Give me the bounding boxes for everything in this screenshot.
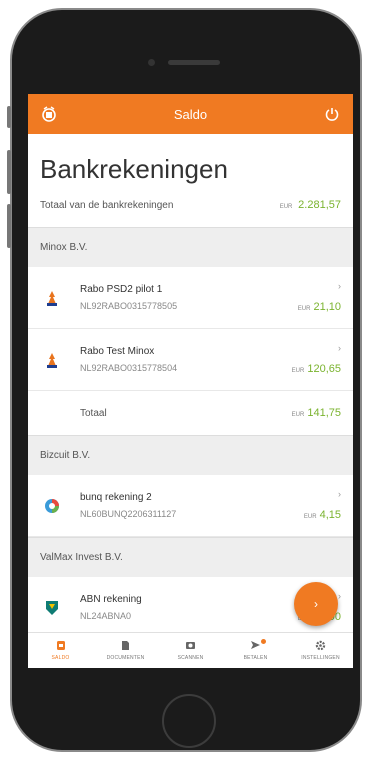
- overview-heading: Bankrekeningen: [40, 154, 228, 184]
- nav-saldo[interactable]: SALDO: [28, 633, 93, 668]
- group-header: Minox B.V.: [28, 227, 353, 267]
- currency-label: EUR: [291, 367, 305, 374]
- account-amount: 21,10: [313, 300, 341, 313]
- bottom-navigation: SALDO DOCUMENTEN SCANNEN BETALEN INSTELL…: [28, 632, 353, 668]
- scan-icon: [185, 640, 196, 652]
- account-amount: 120,65: [307, 362, 341, 375]
- overview-total-amount: 2.281,57: [298, 199, 341, 211]
- nav-label: SCANNEN: [177, 655, 204, 661]
- nav-betalen[interactable]: BETALEN: [223, 633, 288, 668]
- front-camera: [148, 59, 155, 66]
- nav-label: SALDO: [51, 655, 70, 661]
- account-iban: NL92RABO0315778504: [80, 363, 178, 373]
- nav-label: INSTELLINGEN: [301, 655, 340, 661]
- currency-label: EUR: [303, 513, 317, 520]
- account-name: ABN rekening: [80, 594, 142, 605]
- chevron-right-icon: ›: [338, 342, 341, 353]
- group-header: Bizcuit B.V.: [28, 435, 353, 475]
- account-amount: 4,15: [319, 508, 341, 521]
- bunq-logo-icon: [40, 498, 64, 514]
- send-icon: [250, 639, 266, 652]
- account-iban: NL60BUNQ2206311127: [80, 509, 177, 519]
- home-button[interactable]: [162, 694, 216, 748]
- app-bar: Saldo: [28, 94, 353, 134]
- earpiece-speaker: [168, 60, 220, 65]
- floating-action-button[interactable]: ›: [294, 582, 338, 626]
- account-row[interactable]: Rabo Test Minox NL92RABO0315778504 › EUR…: [28, 329, 353, 391]
- chevron-right-icon: ›: [338, 280, 341, 291]
- mute-switch: [7, 106, 11, 128]
- currency-label: EUR: [297, 305, 311, 312]
- document-icon: [121, 640, 130, 652]
- account-iban: NL92RABO0315778505: [80, 301, 178, 311]
- group-header: ValMax Invest B.V.: [28, 537, 353, 577]
- volume-up-button: [7, 150, 11, 194]
- nav-label: BETALEN: [243, 655, 268, 661]
- account-name: Rabo PSD2 pilot 1: [80, 284, 163, 295]
- account-name: Rabo Test Minox: [80, 346, 155, 357]
- group-total-row: Totaal EUR 141,75: [28, 391, 353, 435]
- nav-documenten[interactable]: DOCUMENTEN: [93, 633, 158, 668]
- abn-amro-logo-icon: [40, 600, 64, 616]
- nav-label: DOCUMENTEN: [106, 655, 145, 661]
- overview-panel: Bankrekeningen Totaal van de bankrekenin…: [28, 134, 353, 227]
- bank-logo-icon[interactable]: [38, 103, 60, 125]
- account-name: bunq rekening 2: [80, 492, 152, 503]
- group-total-label: Totaal: [80, 407, 107, 419]
- volume-down-button: [7, 204, 11, 248]
- power-icon[interactable]: [321, 103, 343, 125]
- account-row[interactable]: Rabo PSD2 pilot 1 NL92RABO0315778505 › E…: [28, 267, 353, 329]
- balance-icon: [56, 640, 66, 652]
- app-screen: Saldo Bankrekeningen Totaal van de bankr…: [28, 94, 353, 668]
- chevron-right-icon: ›: [338, 488, 341, 499]
- account-iban: NL24ABNA0: [80, 611, 132, 621]
- chevron-right-icon: ›: [314, 597, 318, 611]
- currency-label: EUR: [291, 412, 305, 418]
- rabobank-logo-icon: [40, 290, 64, 306]
- group-total-amount: 141,75: [307, 407, 341, 419]
- account-row[interactable]: bunq rekening 2 NL60BUNQ2206311127 › EUR…: [28, 475, 353, 537]
- nav-scannen[interactable]: SCANNEN: [158, 633, 223, 668]
- overview-total-label: Totaal van de bankrekeningen: [40, 200, 174, 211]
- page-title: Saldo: [173, 106, 208, 122]
- nav-instellingen[interactable]: INSTELLINGEN: [288, 633, 353, 668]
- overview-total-row: Totaal van de bankrekeningen EUR 2.281,5…: [40, 199, 341, 211]
- notification-dot: [261, 639, 266, 644]
- settings-icon: [315, 640, 326, 652]
- rabobank-logo-icon: [40, 352, 64, 368]
- currency-label: EUR: [279, 204, 293, 210]
